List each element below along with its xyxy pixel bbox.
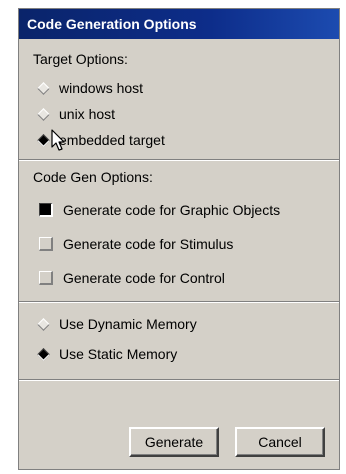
radio-diamond-selected-icon[interactable] xyxy=(37,133,50,147)
button-row: Generate Cancel xyxy=(25,421,333,457)
checkbox-graphic-objects[interactable]: Generate code for Graphic Objects xyxy=(25,193,333,227)
dialog-body: Target Options: windows host unix host e… xyxy=(19,49,339,461)
checkbox-control[interactable]: Generate code for Control xyxy=(25,261,333,295)
radio-label: Use Dynamic Memory xyxy=(59,316,197,332)
checkbox-stimulus[interactable]: Generate code for Stimulus xyxy=(25,227,333,261)
radio-label: windows host xyxy=(59,80,144,96)
checkbox-label: Generate code for Stimulus xyxy=(63,236,234,252)
checkbox-label: Generate code for Control xyxy=(63,270,225,286)
target-options-list: windows host unix host embedded target xyxy=(25,75,333,153)
checkbox-label: Generate code for Graphic Objects xyxy=(63,202,281,218)
radio-static-memory[interactable]: Use Static Memory xyxy=(25,339,333,369)
radio-label: embedded target xyxy=(59,132,165,148)
cancel-button[interactable]: Cancel xyxy=(235,427,325,457)
separator xyxy=(19,159,339,161)
target-options-label: Target Options: xyxy=(33,51,128,67)
radio-windows-host[interactable]: windows host xyxy=(25,75,333,101)
dialog-title: Code Generation Options xyxy=(19,9,339,39)
separator xyxy=(19,301,339,303)
checkbox-checked-icon[interactable] xyxy=(39,203,53,217)
radio-diamond-icon[interactable] xyxy=(37,107,50,121)
radio-label: Use Static Memory xyxy=(59,346,178,362)
radio-diamond-icon[interactable] xyxy=(37,81,50,95)
radio-dynamic-memory[interactable]: Use Dynamic Memory xyxy=(25,309,333,339)
radio-diamond-icon[interactable] xyxy=(37,317,50,331)
radio-label: unix host xyxy=(59,106,116,122)
separator xyxy=(19,379,339,381)
target-options-group: Target Options: xyxy=(25,49,333,69)
checkbox-unchecked-icon[interactable] xyxy=(39,271,53,285)
memory-options-list: Use Dynamic Memory Use Static Memory xyxy=(25,309,333,369)
arrow-cursor-icon xyxy=(51,129,65,151)
checkbox-unchecked-icon[interactable] xyxy=(39,237,53,251)
code-generation-dialog: Code Generation Options Target Options: … xyxy=(18,8,340,470)
radio-diamond-selected-icon[interactable] xyxy=(37,347,50,361)
radio-unix-host[interactable]: unix host xyxy=(25,101,333,127)
generate-button[interactable]: Generate xyxy=(129,427,219,457)
radio-embedded-target[interactable]: embedded target xyxy=(25,127,333,153)
codegen-options-list: Generate code for Graphic Objects Genera… xyxy=(25,193,333,295)
codegen-options-label: Code Gen Options: xyxy=(33,169,153,185)
